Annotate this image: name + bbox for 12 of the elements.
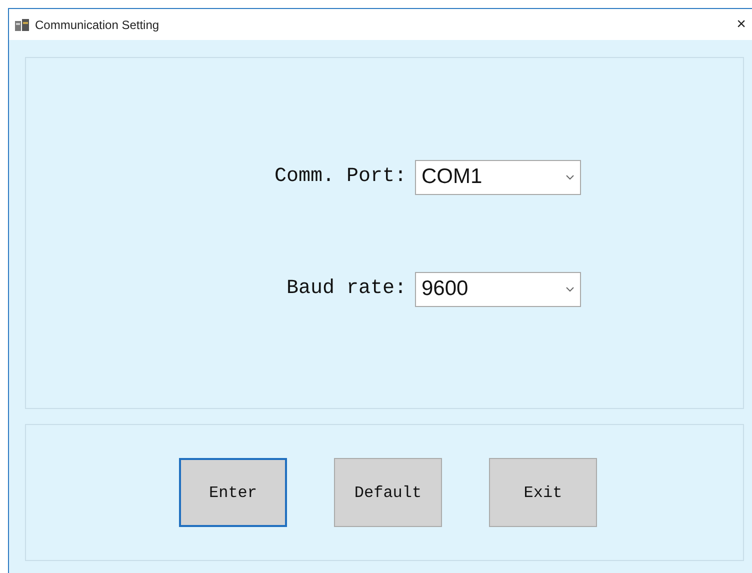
field-label: Baud rate: [285, 276, 406, 302]
window-title: Communication Setting [35, 16, 160, 34]
chevron-down-icon [566, 174, 574, 180]
field-label: Comm. Port: [273, 164, 406, 190]
dropdown[interactable]: 9600 [414, 272, 580, 306]
dialog-button[interactable]: Default [334, 458, 442, 527]
dropdown[interactable]: COM1 [414, 160, 580, 194]
chevron-down-icon [566, 286, 574, 292]
dialog-button[interactable]: Enter [179, 458, 287, 527]
app-icon [15, 18, 29, 30]
close-button[interactable]: × [736, 16, 746, 32]
dialog-button[interactable]: Exit [489, 458, 597, 527]
